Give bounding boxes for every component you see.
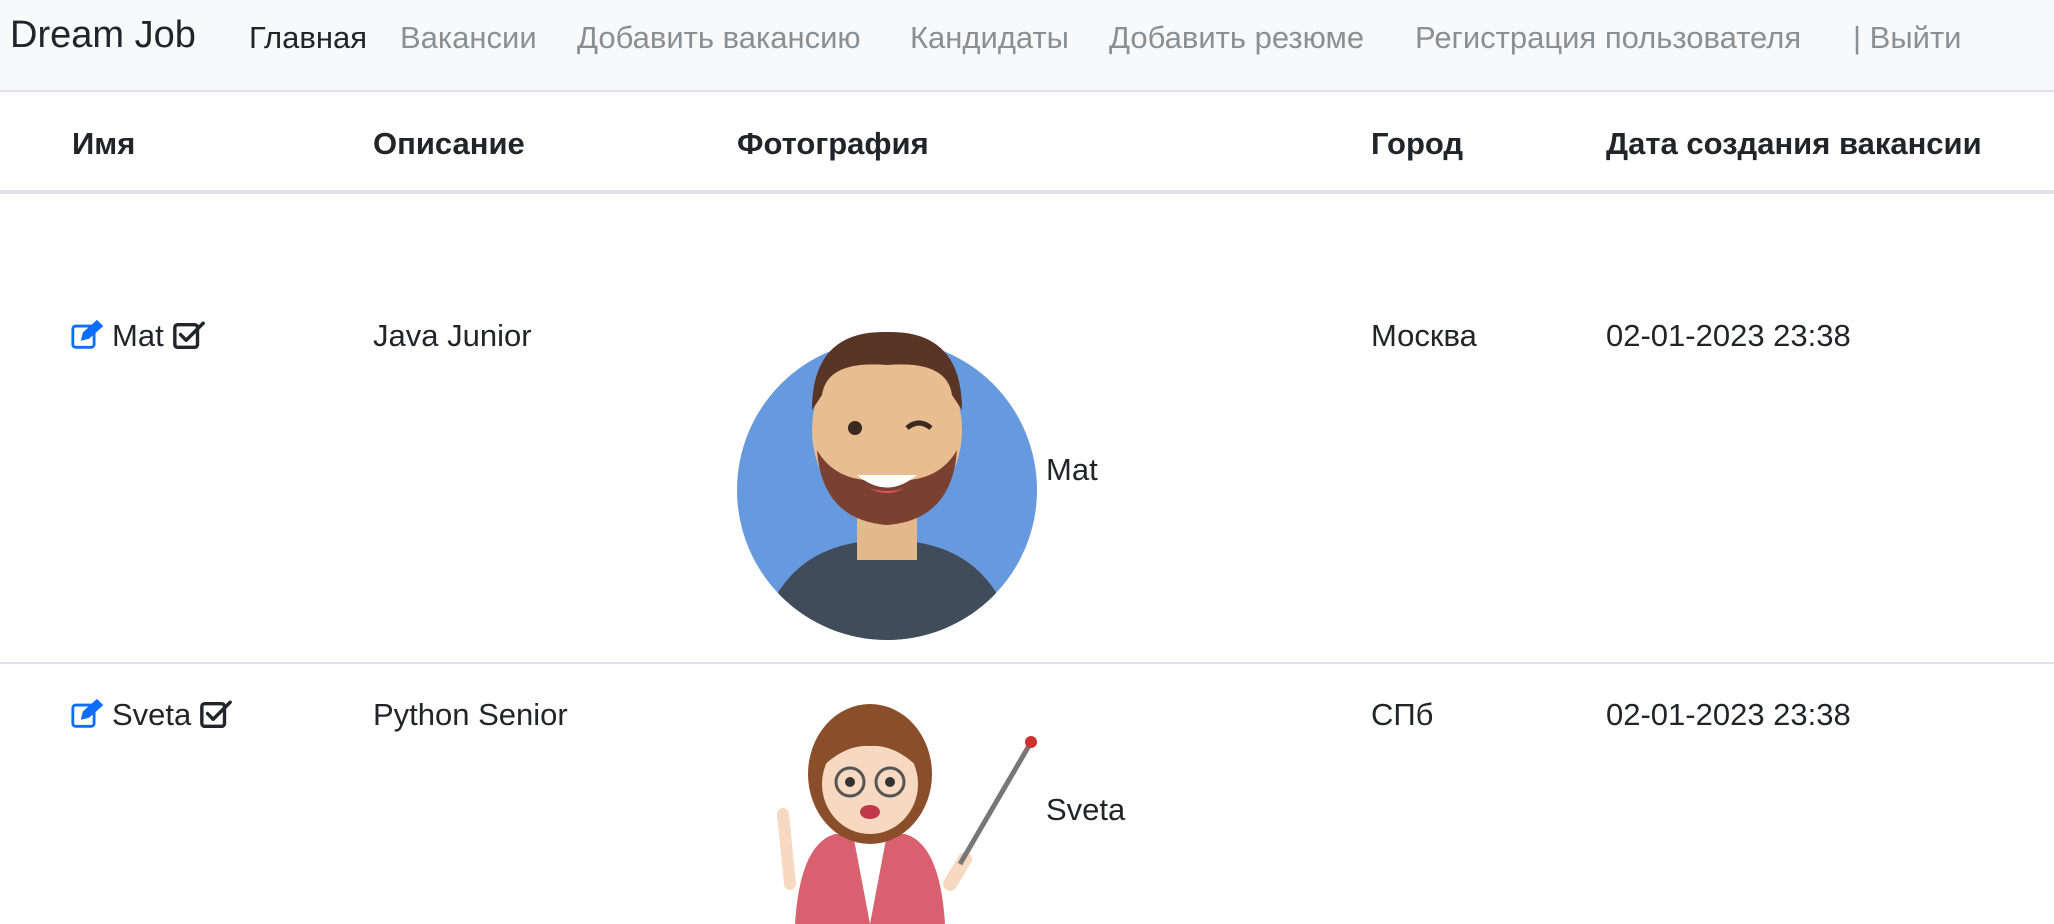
nav-link-register[interactable]: Регистрация пользователя (1415, 20, 1801, 56)
nav-link-vacancies[interactable]: Вакансии (400, 20, 537, 56)
brand-link[interactable]: Dream Job (10, 14, 196, 57)
city-cell: СПб (1371, 697, 1434, 732)
edit-icon[interactable] (70, 698, 104, 732)
navbar: Dream Job Главная Вакансии Добавить вака… (0, 0, 2054, 92)
edit-icon[interactable] (70, 319, 104, 353)
avatar-mat-image (737, 331, 1037, 640)
nav-link-candidates[interactable]: Кандидаты (910, 20, 1069, 56)
header-created: Дата создания вакансии (1606, 126, 1982, 161)
nav-link-add-resume[interactable]: Добавить резюме (1109, 20, 1364, 56)
candidate-name: Mat (112, 318, 164, 353)
nav-link-add-vacancy[interactable]: Добавить вакансию (577, 20, 861, 56)
header-name: Имя (72, 126, 136, 161)
check-square-icon[interactable] (199, 698, 233, 732)
check-square-icon[interactable] (172, 319, 206, 353)
created-date-cell: 02-01-2023 23:38 (1606, 318, 1851, 353)
header-description: Описание (373, 126, 525, 161)
city-cell: Москва (1371, 318, 1477, 353)
avatar-sveta-image (777, 704, 1037, 924)
photo-caption: Sveta (1046, 792, 1126, 827)
description-cell: Python Senior (373, 697, 568, 732)
name-cell: Sveta (70, 697, 233, 733)
photo-caption: Mat (1046, 452, 1098, 487)
header-photo: Фотография (737, 126, 929, 161)
name-cell: Mat (70, 318, 206, 354)
nav-link-logout[interactable]: | Выйти (1853, 20, 1961, 56)
candidate-name: Sveta (112, 697, 192, 732)
created-date-cell: 02-01-2023 23:38 (1606, 697, 1851, 732)
header-divider (0, 190, 2054, 194)
nav-link-home[interactable]: Главная (249, 20, 367, 56)
description-cell: Java Junior (373, 318, 532, 353)
row-divider (0, 662, 2054, 664)
header-city: Город (1371, 126, 1464, 161)
